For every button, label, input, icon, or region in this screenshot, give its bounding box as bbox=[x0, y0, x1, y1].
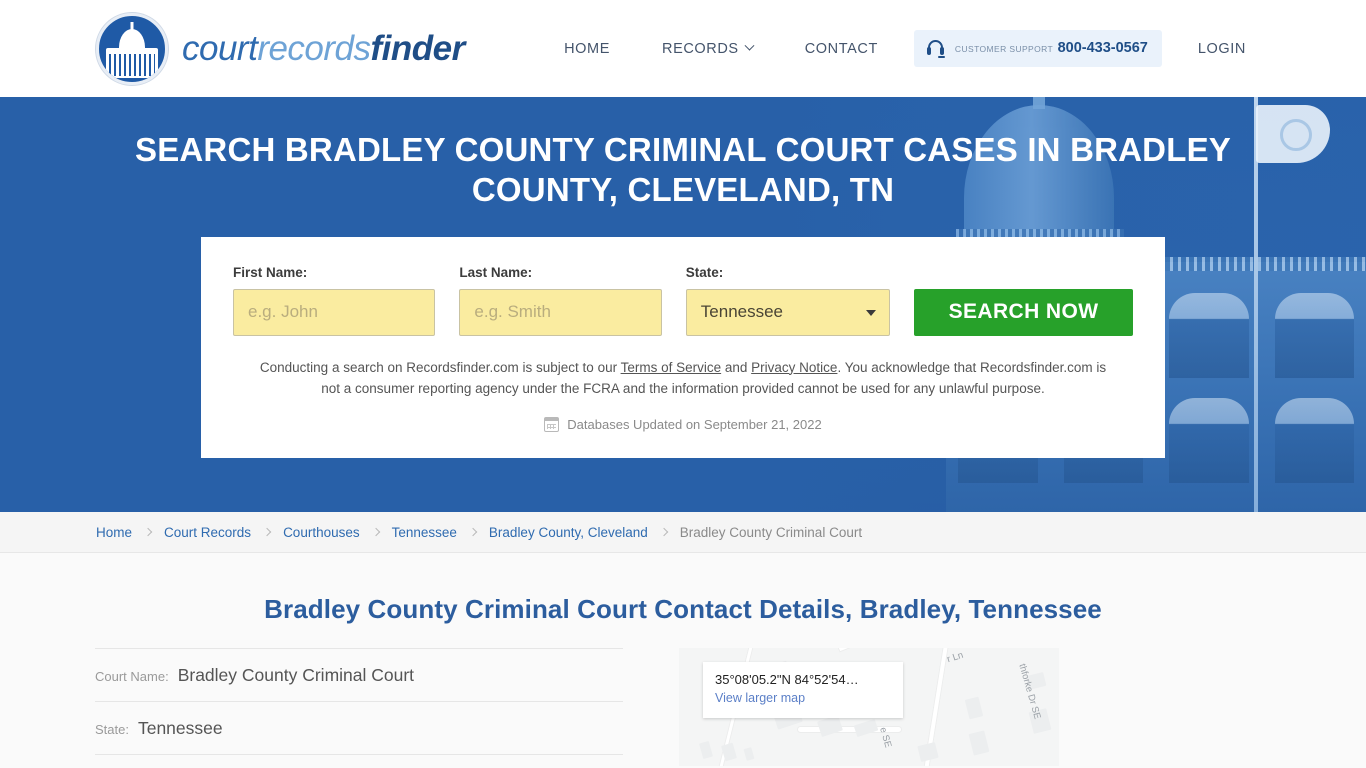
nav-item-contact[interactable]: CONTACT bbox=[779, 41, 904, 57]
chevron-right-icon bbox=[371, 527, 380, 537]
view-larger-map-link[interactable]: View larger map bbox=[715, 691, 805, 705]
database-updated-text: Databases Updated on September 21, 2022 bbox=[567, 417, 822, 433]
nav-item-records[interactable]: RECORDS bbox=[636, 41, 779, 57]
map-street-label-dr: thforke Dr SE bbox=[1016, 662, 1043, 721]
map-street-label-ln: r Ln bbox=[945, 649, 965, 666]
map-info-card: 35°08'05.2"N 84°52'54… View larger map bbox=[703, 662, 903, 718]
customer-support-badge[interactable]: CUSTOMER SUPPORT 800-433-0567 bbox=[913, 30, 1162, 67]
breadcrumb: Home Court Records Courthouses Tennessee… bbox=[96, 525, 862, 540]
breadcrumb-bar: Home Court Records Courthouses Tennessee… bbox=[0, 512, 1366, 553]
last-name-field-group: Last Name: bbox=[459, 264, 662, 336]
chevron-right-icon bbox=[468, 527, 478, 537]
capitol-dome-icon bbox=[96, 12, 168, 85]
search-form-card: First Name: Last Name: State: SEARCH NOW… bbox=[201, 236, 1165, 459]
court-details-row: Court Name: Bradley County Criminal Cour… bbox=[95, 648, 1271, 766]
search-fields-row: First Name: Last Name: State: SEARCH NOW bbox=[233, 264, 1134, 336]
map-coordinates: 35°08'05.2"N 84°52'54… bbox=[715, 672, 859, 687]
first-name-input[interactable] bbox=[233, 288, 436, 336]
last-name-input[interactable] bbox=[459, 288, 662, 336]
logo-text-court: court bbox=[182, 28, 258, 68]
hero-section: SEARCH BRADLEY COUNTY CRIMINAL COURT CAS… bbox=[0, 97, 1366, 512]
nav-label-contact: CONTACT bbox=[804, 40, 878, 57]
hero-title: SEARCH BRADLEY COUNTY CRIMINAL COURT CAS… bbox=[134, 131, 1231, 209]
nav-label-records: RECORDS bbox=[662, 40, 739, 57]
nav-label-home: HOME bbox=[564, 40, 610, 57]
support-label: CUSTOMER SUPPORT bbox=[954, 44, 1054, 55]
disclaimer-text-pre: Conducting a search on Recordsfinder.com… bbox=[259, 359, 621, 375]
first-name-field-group: First Name: bbox=[233, 264, 436, 336]
breadcrumb-item-current: Bradley County Criminal Court bbox=[679, 524, 863, 540]
first-name-label: First Name: bbox=[233, 264, 308, 280]
site-logo[interactable]: courtrecordsfinder bbox=[96, 12, 465, 85]
chevron-right-icon bbox=[659, 527, 669, 537]
nav-item-home[interactable]: HOME bbox=[538, 41, 636, 57]
state-label: State: bbox=[685, 264, 724, 280]
search-disclaimer: Conducting a search on Recordsfinder.com… bbox=[233, 357, 1133, 400]
breadcrumb-item-tennessee[interactable]: Tennessee bbox=[392, 525, 457, 540]
breadcrumb-item-home[interactable]: Home bbox=[96, 525, 132, 540]
detail-label: Court Name: bbox=[95, 669, 169, 684]
chevron-right-icon bbox=[262, 527, 272, 537]
breadcrumb-item-court-records[interactable]: Court Records bbox=[164, 525, 251, 540]
breadcrumb-item-courthouses[interactable]: Courthouses bbox=[283, 525, 360, 540]
detail-value: Tennessee bbox=[137, 718, 223, 738]
site-header: courtrecordsfinder HOME RECORDS CONTACT … bbox=[0, 0, 1366, 97]
nav-item-login[interactable]: LOGIN bbox=[1172, 41, 1272, 57]
state-field-group: State: bbox=[685, 264, 891, 336]
chevron-down-icon bbox=[744, 40, 755, 51]
nav-label-login: LOGIN bbox=[1197, 40, 1246, 57]
headset-icon bbox=[926, 39, 945, 58]
page-title: Bradley County Criminal Court Contact De… bbox=[264, 594, 1102, 624]
detail-row-state: State: Tennessee bbox=[95, 702, 623, 755]
privacy-notice-link[interactable]: Privacy Notice bbox=[751, 360, 837, 375]
last-name-label: Last Name: bbox=[459, 264, 533, 280]
breadcrumb-item-bradley-county-cleveland[interactable]: Bradley County, Cleveland bbox=[489, 525, 648, 540]
support-phone-number[interactable]: 800-433-0567 bbox=[1058, 40, 1148, 56]
detail-label: State: bbox=[95, 722, 129, 737]
state-select[interactable] bbox=[685, 288, 891, 336]
database-updated-row: Databases Updated on September 21, 2022 bbox=[233, 417, 1133, 433]
detail-value: Bradley County Criminal Court bbox=[177, 665, 415, 685]
detail-row-court-name: Court Name: Bradley County Criminal Cour… bbox=[95, 648, 623, 702]
main-navigation: HOME RECORDS CONTACT CUSTOMER SUPPORT 80… bbox=[538, 0, 1272, 97]
main-content: Bradley County Criminal Court Contact De… bbox=[0, 553, 1366, 768]
location-map[interactable]: r Ln thforke Dr SE e SE 35°08'05.2"N 84°… bbox=[679, 648, 1059, 766]
court-details-list: Court Name: Bradley County Criminal Cour… bbox=[95, 648, 623, 766]
logo-wordmark: courtrecordsfinder bbox=[182, 29, 465, 69]
search-now-button[interactable]: SEARCH NOW bbox=[914, 288, 1134, 336]
logo-text-finder: finder bbox=[370, 28, 466, 68]
calendar-icon bbox=[544, 417, 560, 433]
terms-of-service-link[interactable]: Terms of Service bbox=[621, 360, 722, 375]
logo-text-records: records bbox=[257, 28, 371, 68]
disclaimer-text-mid: and bbox=[721, 359, 752, 375]
chevron-right-icon bbox=[143, 527, 153, 537]
